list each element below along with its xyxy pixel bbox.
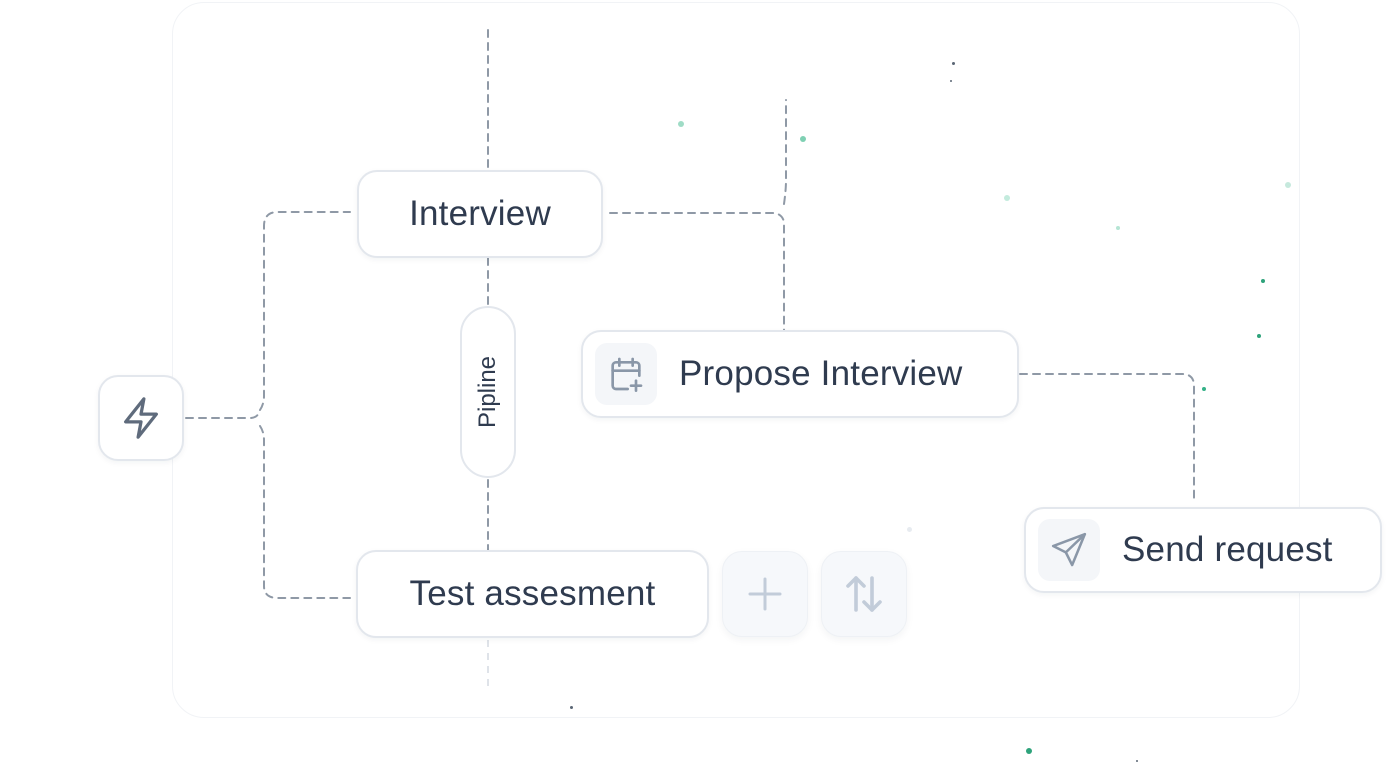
lightning-icon — [118, 395, 164, 441]
sparkle-dot — [1261, 279, 1265, 283]
pipeline-label: Pipline — [474, 355, 502, 429]
sparkle-dot — [950, 80, 952, 82]
send-request-node[interactable]: Send request — [1024, 507, 1382, 593]
sparkle-dot — [570, 706, 573, 709]
sparkle-dot — [1202, 387, 1206, 391]
sparkle-dot — [1116, 226, 1120, 230]
swap-vertical-icon — [840, 570, 888, 618]
connector-interview-propose — [609, 212, 785, 331]
test-assessment-label: Test assesment — [409, 574, 656, 613]
connector-propose-send — [1019, 373, 1195, 501]
send-request-label: Send request — [1122, 530, 1333, 569]
sparkle-dot — [1004, 195, 1010, 201]
pipeline-pill[interactable]: Pipline — [460, 306, 516, 478]
interview-label: Interview — [409, 194, 551, 233]
connector-propose-top — [783, 99, 787, 205]
send-icon — [1050, 531, 1088, 569]
sparkle-dot — [678, 121, 684, 127]
connector-trigger-down — [259, 425, 351, 599]
test-assessment-node[interactable]: Test assesment — [356, 550, 709, 638]
propose-interview-node[interactable]: Propose Interview — [581, 330, 1019, 418]
plus-icon — [745, 574, 785, 614]
trigger-node[interactable] — [98, 375, 184, 461]
sparkle-dot — [800, 136, 806, 142]
connector-trigger-up — [259, 211, 351, 411]
reorder-button[interactable] — [821, 551, 907, 637]
sparkle-dot — [907, 527, 912, 532]
sparkle-dot — [1285, 182, 1291, 188]
interview-node[interactable]: Interview — [357, 170, 603, 258]
sparkle-dot — [1257, 334, 1261, 338]
connector-trigger-out — [185, 409, 261, 419]
propose-interview-label: Propose Interview — [679, 354, 963, 393]
calendar-plus-icon-tile — [595, 343, 657, 405]
send-icon-tile — [1038, 519, 1100, 581]
add-step-button[interactable] — [722, 551, 808, 637]
calendar-plus-icon — [606, 354, 646, 394]
sparkle-dot — [952, 62, 955, 65]
sparkle-dot — [1026, 748, 1032, 754]
